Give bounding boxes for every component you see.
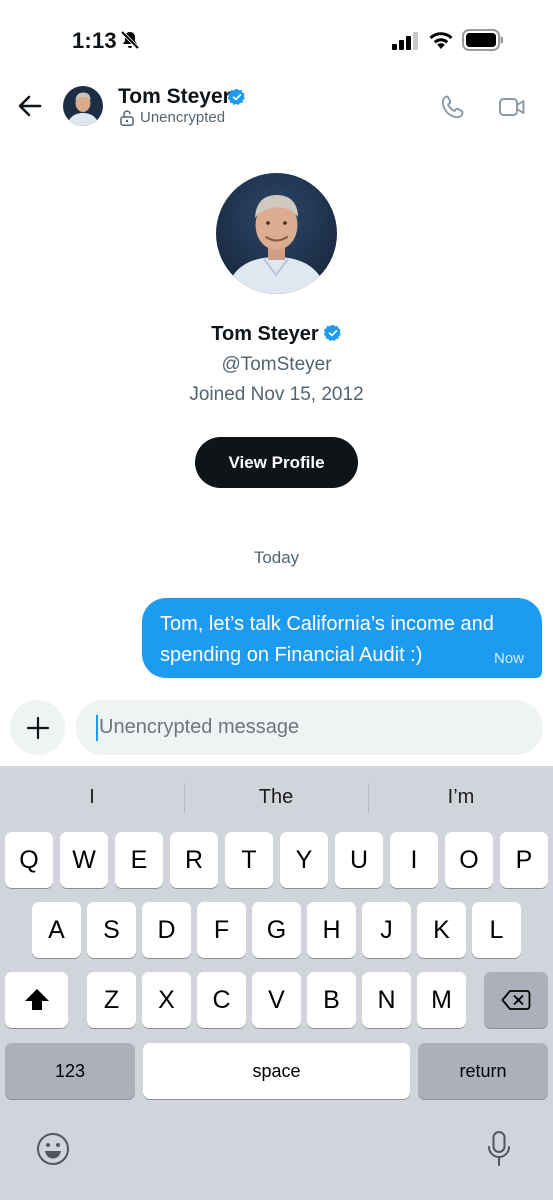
key-z[interactable]: Z — [87, 972, 136, 1028]
key-g[interactable]: G — [252, 902, 301, 958]
encryption-status: Unencrypted — [140, 109, 226, 126]
key-i[interactable]: I — [390, 832, 438, 888]
key-c[interactable]: C — [197, 972, 246, 1028]
key-u[interactable]: U — [335, 832, 383, 888]
keyboard: I The I’m Q W E R T Y U I O P A S D F G … — [0, 766, 553, 1200]
shift-arrow-icon — [24, 989, 49, 1010]
key-q[interactable]: Q — [5, 832, 53, 888]
key-t[interactable]: T — [225, 832, 273, 888]
numbers-key[interactable]: 123 — [5, 1043, 135, 1099]
verified-badge-icon — [228, 88, 245, 106]
key-h[interactable]: H — [307, 902, 356, 958]
add-attachment-button[interactable] — [10, 700, 65, 755]
verified-badge-icon — [323, 324, 341, 342]
key-n[interactable]: N — [362, 972, 411, 1028]
profile-joined-date: Joined Nov 15, 2012 — [189, 384, 364, 405]
message-placeholder: Unencrypted message — [99, 716, 300, 738]
profile-name-row: Tom Steyer — [0, 323, 553, 346]
plus-icon — [26, 716, 49, 739]
key-a[interactable]: A — [32, 902, 81, 958]
key-f[interactable]: F — [197, 902, 246, 958]
video-call-icon[interactable] — [498, 94, 526, 120]
key-d[interactable]: D — [142, 902, 191, 958]
key-w[interactable]: W — [60, 832, 108, 888]
emoji-icon[interactable] — [36, 1132, 70, 1166]
space-key[interactable]: space — [143, 1043, 410, 1099]
return-key[interactable]: return — [418, 1043, 548, 1099]
key-j[interactable]: J — [362, 902, 411, 958]
key-e[interactable]: E — [115, 832, 163, 888]
battery-icon — [462, 29, 503, 51]
keyboard-suggestions: I The I’m — [0, 766, 553, 828]
key-x[interactable]: X — [142, 972, 191, 1028]
header-contact-name[interactable]: Tom Steyer — [118, 85, 231, 109]
unlocked-icon — [120, 110, 134, 126]
key-v[interactable]: V — [252, 972, 301, 1028]
key-l[interactable]: L — [472, 902, 521, 958]
shift-key[interactable] — [5, 972, 68, 1028]
avatar[interactable] — [63, 86, 103, 126]
status-time: 1:13 — [72, 28, 117, 53]
conversation-header: Tom Steyer Unencrypted — [0, 80, 553, 136]
phone-icon[interactable] — [440, 94, 466, 120]
key-s[interactable]: S — [87, 902, 136, 958]
key-y[interactable]: Y — [280, 832, 328, 888]
key-p[interactable]: P — [500, 832, 548, 888]
delete-key[interactable] — [484, 972, 548, 1028]
key-m[interactable]: M — [417, 972, 466, 1028]
key-b[interactable]: B — [307, 972, 356, 1028]
suggestion-item[interactable]: The — [184, 766, 368, 828]
message-timestamp: Now — [493, 650, 524, 667]
suggestion-item[interactable]: I’m — [369, 766, 553, 828]
back-arrow-icon[interactable] — [16, 92, 44, 120]
day-separator: Today — [253, 548, 300, 567]
message-text: Tom, let’s talk California’s income and … — [160, 613, 494, 666]
view-profile-button[interactable]: View Profile — [195, 437, 358, 488]
key-o[interactable]: O — [445, 832, 493, 888]
text-caret — [96, 714, 98, 741]
cellular-signal-icon — [392, 32, 418, 50]
sent-message-bubble[interactable]: Tom, let’s talk California’s income and … — [142, 598, 542, 678]
status-bar: 1:13 — [0, 0, 553, 80]
bell-slash-icon — [120, 30, 140, 50]
suggestion-item[interactable]: I — [0, 766, 184, 828]
key-r[interactable]: R — [170, 832, 218, 888]
wifi-icon — [429, 32, 453, 49]
message-input[interactable]: Unencrypted message — [76, 700, 543, 755]
microphone-icon[interactable] — [486, 1130, 512, 1168]
profile-name: Tom Steyer — [211, 323, 319, 345]
backspace-icon — [501, 990, 531, 1010]
key-k[interactable]: K — [417, 902, 466, 958]
profile-avatar[interactable] — [216, 173, 337, 294]
profile-handle: @TomSteyer — [221, 354, 332, 375]
